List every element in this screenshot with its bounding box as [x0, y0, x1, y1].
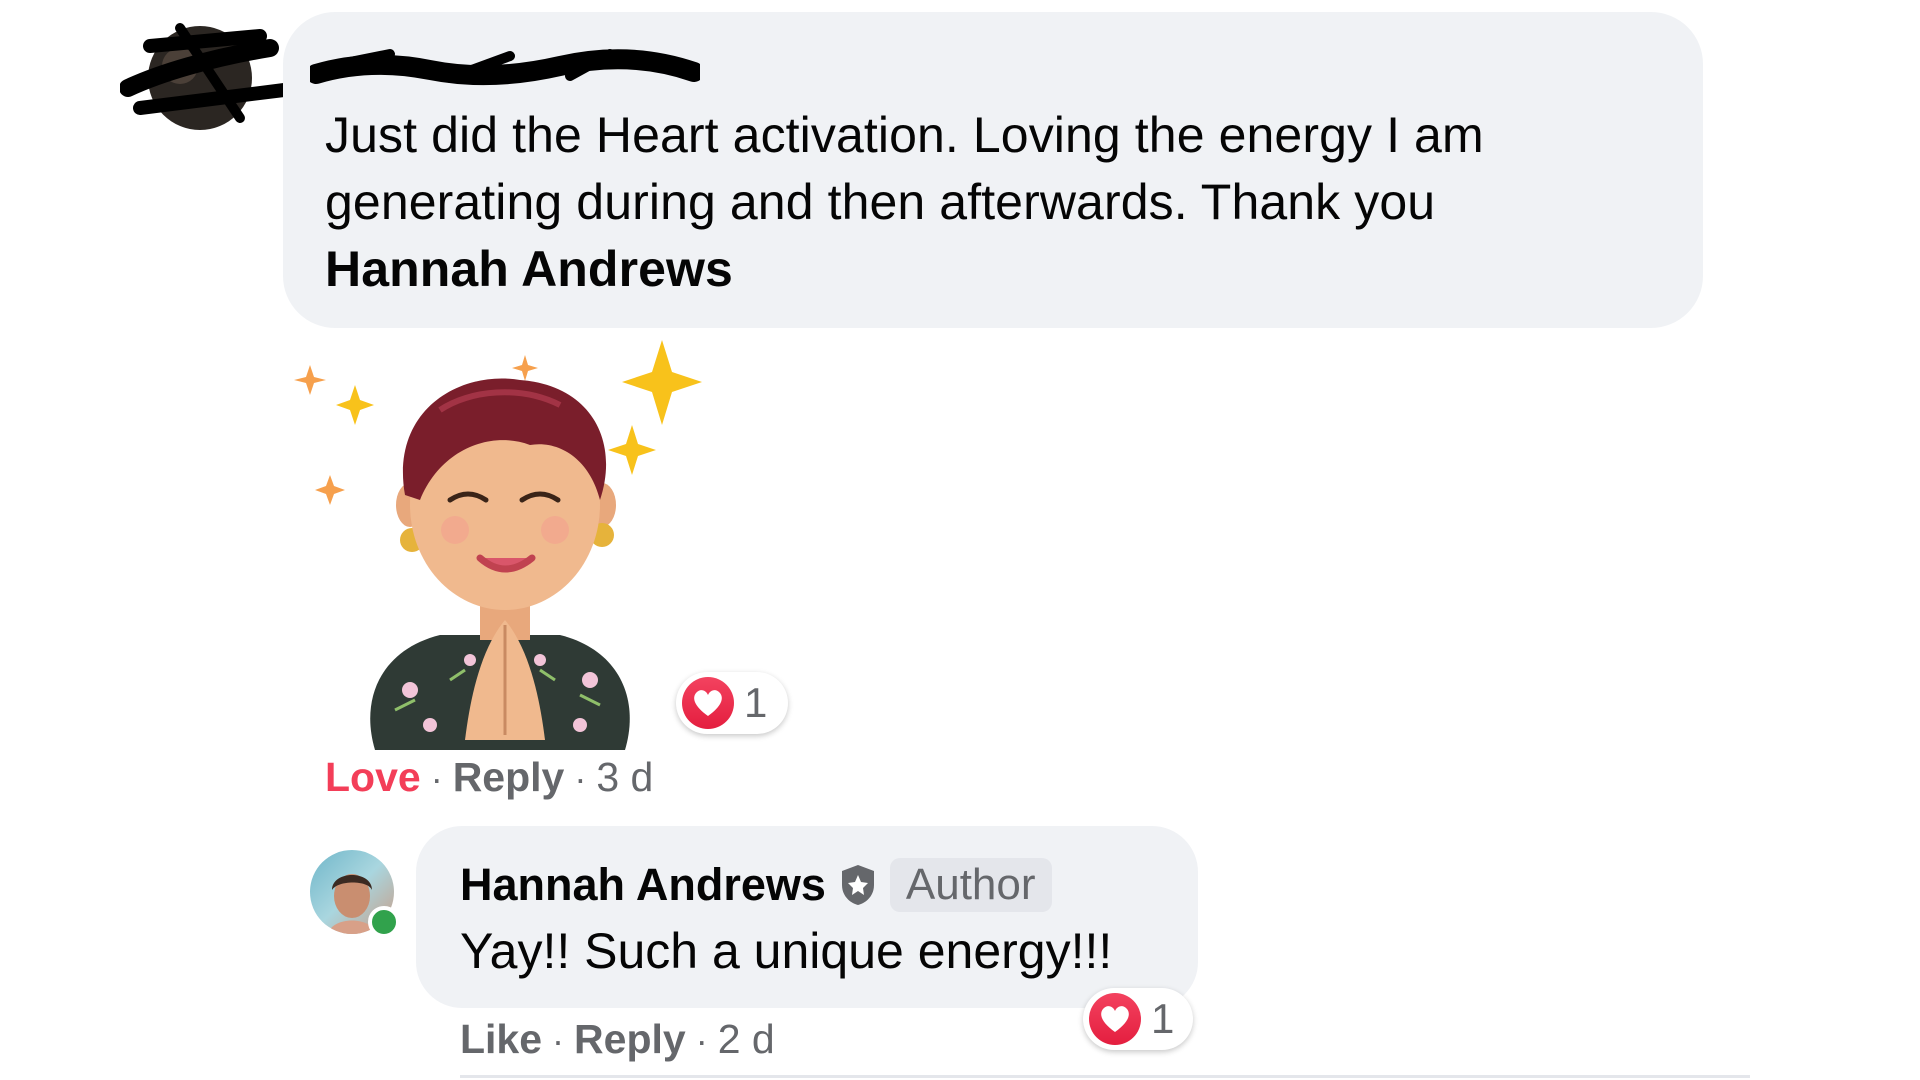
divider	[460, 1075, 1750, 1078]
reply-text: Yay!! Such a unique energy!!!	[460, 923, 1113, 979]
reply-bubble	[416, 826, 1198, 1008]
reply-button[interactable]: Reply	[453, 754, 565, 801]
love-button[interactable]: Love	[325, 754, 421, 801]
reply-actions: Like · Reply · 2 d	[460, 1016, 775, 1063]
shield-icon	[841, 865, 874, 905]
comment-text: Just did the Heart activation. Loving th…	[325, 102, 1655, 303]
reply-author-name[interactable]: Hannah Andrews	[460, 859, 826, 911]
online-status-dot	[368, 906, 400, 938]
reaction-count-pill[interactable]: 1	[676, 672, 788, 734]
author-badge: Author	[889, 858, 1052, 912]
reaction-count: 1	[744, 679, 768, 726]
redacted-avatar[interactable]	[120, 18, 310, 136]
redacted-author-name[interactable]	[310, 48, 700, 90]
separator-dot: ·	[695, 1020, 708, 1061]
comment-line: generating during and then afterwards. T…	[325, 174, 1436, 230]
reply-button[interactable]: Reply	[574, 1016, 686, 1063]
comment-thread: Just did the Heart activation. Loving th…	[0, 0, 1920, 1080]
reaction-count-pill[interactable]: 1	[1083, 988, 1193, 1050]
timestamp[interactable]: 2 d	[718, 1016, 775, 1063]
reply-header: Hannah Andrews Author	[460, 858, 1052, 912]
heart-icon	[682, 677, 734, 729]
avatar-sticker	[294, 340, 702, 750]
comment-actions: Love · Reply · 3 d	[325, 754, 653, 801]
like-button[interactable]: Like	[460, 1016, 542, 1063]
heart-icon	[1089, 993, 1141, 1045]
reaction-count: 1	[1151, 995, 1175, 1042]
separator-dot: ·	[430, 758, 443, 799]
separator-dot: ·	[552, 1020, 565, 1061]
comment-line: Just did the Heart activation. Loving th…	[325, 107, 1484, 163]
mention-link[interactable]: Hannah Andrews	[325, 241, 733, 297]
timestamp[interactable]: 3 d	[596, 754, 653, 801]
separator-dot: ·	[574, 758, 587, 799]
